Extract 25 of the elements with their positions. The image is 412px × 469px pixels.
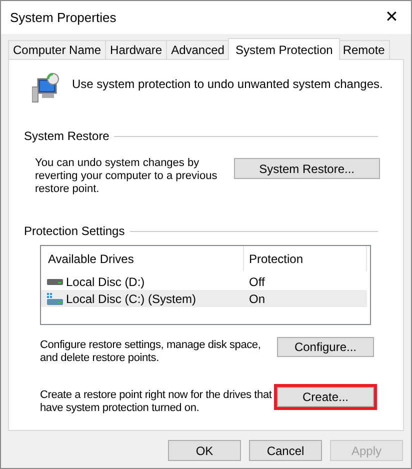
- computer-restore-icon: [32, 73, 60, 103]
- group-heading: System Restore: [24, 128, 110, 145]
- protection-status: On: [248, 290, 266, 308]
- description-text: Configure restore settings, manage disk space, and delete restore points.: [40, 339, 262, 365]
- column-header[interactable]: Available Drives: [41, 246, 244, 271]
- drive-name: Local Disc (D:): [66, 274, 145, 290]
- intro-text: Use system protection to undo unwanted system changes.: [72, 76, 383, 93]
- system-restore-button[interactable]: System Restore...: [234, 158, 380, 179]
- create-button[interactable]: Create...: [277, 387, 374, 407]
- column-header[interactable]: Protection: [244, 246, 367, 271]
- tab[interactable]: Remote: [338, 40, 390, 59]
- tab[interactable]: Computer Name: [8, 40, 106, 59]
- protection-status: Off: [248, 274, 265, 290]
- drive-row[interactable]: Local Disc (C:) (System) On: [41, 290, 367, 307]
- close-button[interactable]: ✕: [385, 10, 402, 26]
- description-text: You can undo system changes by reverting your computer to a previous restore point.: [35, 157, 218, 196]
- dialog-button[interactable]: Cancel: [249, 440, 322, 461]
- group-heading: Protection Settings: [24, 223, 125, 240]
- drive-name: Local Disc (C:) (System): [66, 290, 196, 308]
- window-title: System Properties: [10, 8, 116, 27]
- dialog-button[interactable]: OK: [168, 440, 241, 461]
- tab[interactable]: System Protection: [228, 38, 340, 60]
- description-text: Create a restore point right now for the drives that have system protection turned on.: [40, 389, 273, 415]
- configure-button[interactable]: Configure...: [277, 337, 374, 357]
- tab[interactable]: Hardware: [106, 40, 168, 59]
